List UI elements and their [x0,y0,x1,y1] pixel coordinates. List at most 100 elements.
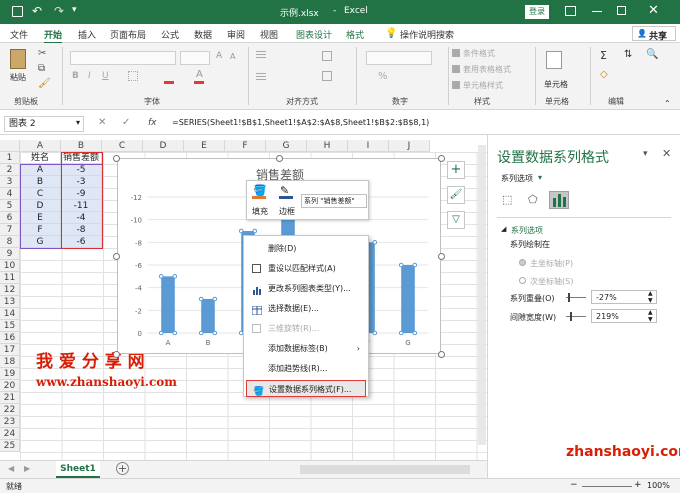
column-header[interactable]: A [20,140,61,152]
tab-insert[interactable]: 插入 [78,28,96,41]
value-cell[interactable]: -9 [61,188,102,200]
row-header[interactable]: 7 [0,224,20,236]
row-header[interactable]: 23 [0,416,20,428]
resize-handle[interactable] [113,253,120,260]
row-header[interactable]: 24 [0,428,20,440]
name-cell[interactable]: E [20,212,61,224]
chart-elements-button[interactable]: + [447,161,465,179]
secondary-axis-radio[interactable] [519,277,526,284]
font-name-box[interactable] [70,51,176,65]
font-color-icon[interactable]: A [196,69,203,80]
bar[interactable] [401,265,415,333]
autosum-icon[interactable]: Σ [600,49,607,62]
context-menu-item[interactable]: 删除(D) [246,240,366,257]
row-header[interactable]: 8 [0,236,20,248]
decrease-font-icon[interactable]: A [230,52,235,61]
cell-styles-button[interactable]: 单元格样式 [463,80,503,91]
tab-chart-design[interactable]: 图表设计 [296,28,332,41]
value-cell[interactable]: -3 [61,176,102,188]
context-menu-item[interactable]: 添加数据标签(B) › [246,340,366,357]
increase-font-icon[interactable]: A [216,51,222,61]
merge-center-icon[interactable] [322,71,332,81]
name-cell[interactable]: B [20,176,61,188]
column-header[interactable]: D [143,140,184,152]
series-select[interactable]: 系列 "销售差额" [301,194,367,208]
value-cell[interactable]: -4 [61,212,102,224]
row-header[interactable]: 13 [0,296,20,308]
add-sheet-icon[interactable]: + [116,462,129,475]
tab-page-layout[interactable]: 页面布局 [110,28,146,41]
section-title[interactable]: 系列选项 [511,225,543,236]
series-options-chevron-icon[interactable]: ▾ [538,173,542,182]
row-header[interactable]: 19 [0,368,20,380]
row-header[interactable]: 4 [0,188,20,200]
zoom-slider[interactable] [582,486,632,487]
redo-icon[interactable]: ↷ [54,4,64,18]
tab-view[interactable]: 视图 [260,28,278,41]
sheet-tab-sheet1[interactable]: Sheet1 [56,461,100,478]
tab-file[interactable]: 文件 [10,28,28,41]
vertical-scrollbar[interactable] [478,145,486,445]
prev-sheet-icon[interactable]: ◀ [8,464,14,473]
outline-label[interactable]: 边框 [279,206,295,217]
conditional-format-button[interactable]: 条件格式 [463,48,495,59]
tab-review[interactable]: 审阅 [227,28,245,41]
primary-axis-radio[interactable] [519,259,526,266]
insert-function-icon[interactable]: fx [148,118,157,128]
zoom-plus-icon[interactable]: + [634,480,642,490]
underline-icon[interactable]: U [102,71,109,81]
value-cell[interactable]: -6 [61,236,102,248]
row-header[interactable]: 10 [0,260,20,272]
section-expand-icon[interactable]: ◢ [501,225,506,233]
cut-icon[interactable]: ✂ [38,48,46,59]
tab-data[interactable]: 数据 [194,28,212,41]
row-header[interactable]: 15 [0,320,20,332]
row-header[interactable]: 17 [0,344,20,356]
context-menu-item[interactable]: 🪣 设置数据系列格式(F)... [246,380,366,397]
resize-handle[interactable] [113,351,120,358]
cells-button[interactable]: 单元格 [544,79,568,90]
context-menu-item[interactable]: 重设以匹配样式(A) [246,260,366,277]
bold-icon[interactable]: B [72,71,79,81]
number-format-box[interactable] [366,51,432,65]
column-header[interactable]: G [266,140,307,152]
gap-width-slider-thumb[interactable] [570,312,572,321]
row-header[interactable]: 1 [0,152,20,164]
percent-icon[interactable]: % [378,71,388,82]
clear-icon[interactable]: ◇ [600,69,608,80]
resize-handle[interactable] [438,253,445,260]
value-cell[interactable]: -5 [61,164,102,176]
zoom-level[interactable]: 100% [647,481,670,490]
overlap-slider-thumb[interactable] [568,293,570,302]
gap-width-slider[interactable] [566,316,586,317]
context-menu-item[interactable]: 更改系列图表类型(Y)... [246,280,366,297]
tell-me-search[interactable]: 操作说明搜索 [400,28,454,41]
row-header[interactable]: 9 [0,248,20,260]
row-header[interactable]: 6 [0,212,20,224]
zoom-minus-icon[interactable]: − [570,480,578,490]
format-painter-icon[interactable]: 🖌 [38,78,51,89]
chart-filters-button[interactable]: ▽ [447,211,465,229]
minimize-icon[interactable] [592,11,602,12]
bar[interactable] [161,276,175,333]
share-button[interactable]: 👤 共享 [632,26,676,42]
column-header[interactable]: C [102,140,143,152]
name-cell[interactable]: C [20,188,61,200]
formula-input[interactable]: =SERIES(Sheet1!$B$1,Sheet1!$A$2:$A$8,She… [172,118,429,127]
row-header[interactable]: 2 [0,164,20,176]
save-icon[interactable] [12,6,23,17]
wrap-text-icon[interactable] [322,51,332,61]
name-box[interactable]: 图表 2 [4,116,84,132]
tab-home[interactable]: 开始 [44,28,63,44]
cancel-entry-icon[interactable]: ✕ [98,117,106,128]
customize-icon[interactable]: ▾ [72,5,77,15]
namebox-dropdown-icon[interactable]: ▾ [76,118,80,127]
column-header[interactable]: H [307,140,348,152]
value-cell[interactable]: -11 [61,200,102,212]
horizontal-scrollbar[interactable] [300,465,470,474]
row-header[interactable]: 3 [0,176,20,188]
select-all-corner[interactable] [0,140,20,152]
paste-icon[interactable] [10,49,26,69]
next-sheet-icon[interactable]: ▶ [24,464,30,473]
name-cell[interactable]: F [20,224,61,236]
